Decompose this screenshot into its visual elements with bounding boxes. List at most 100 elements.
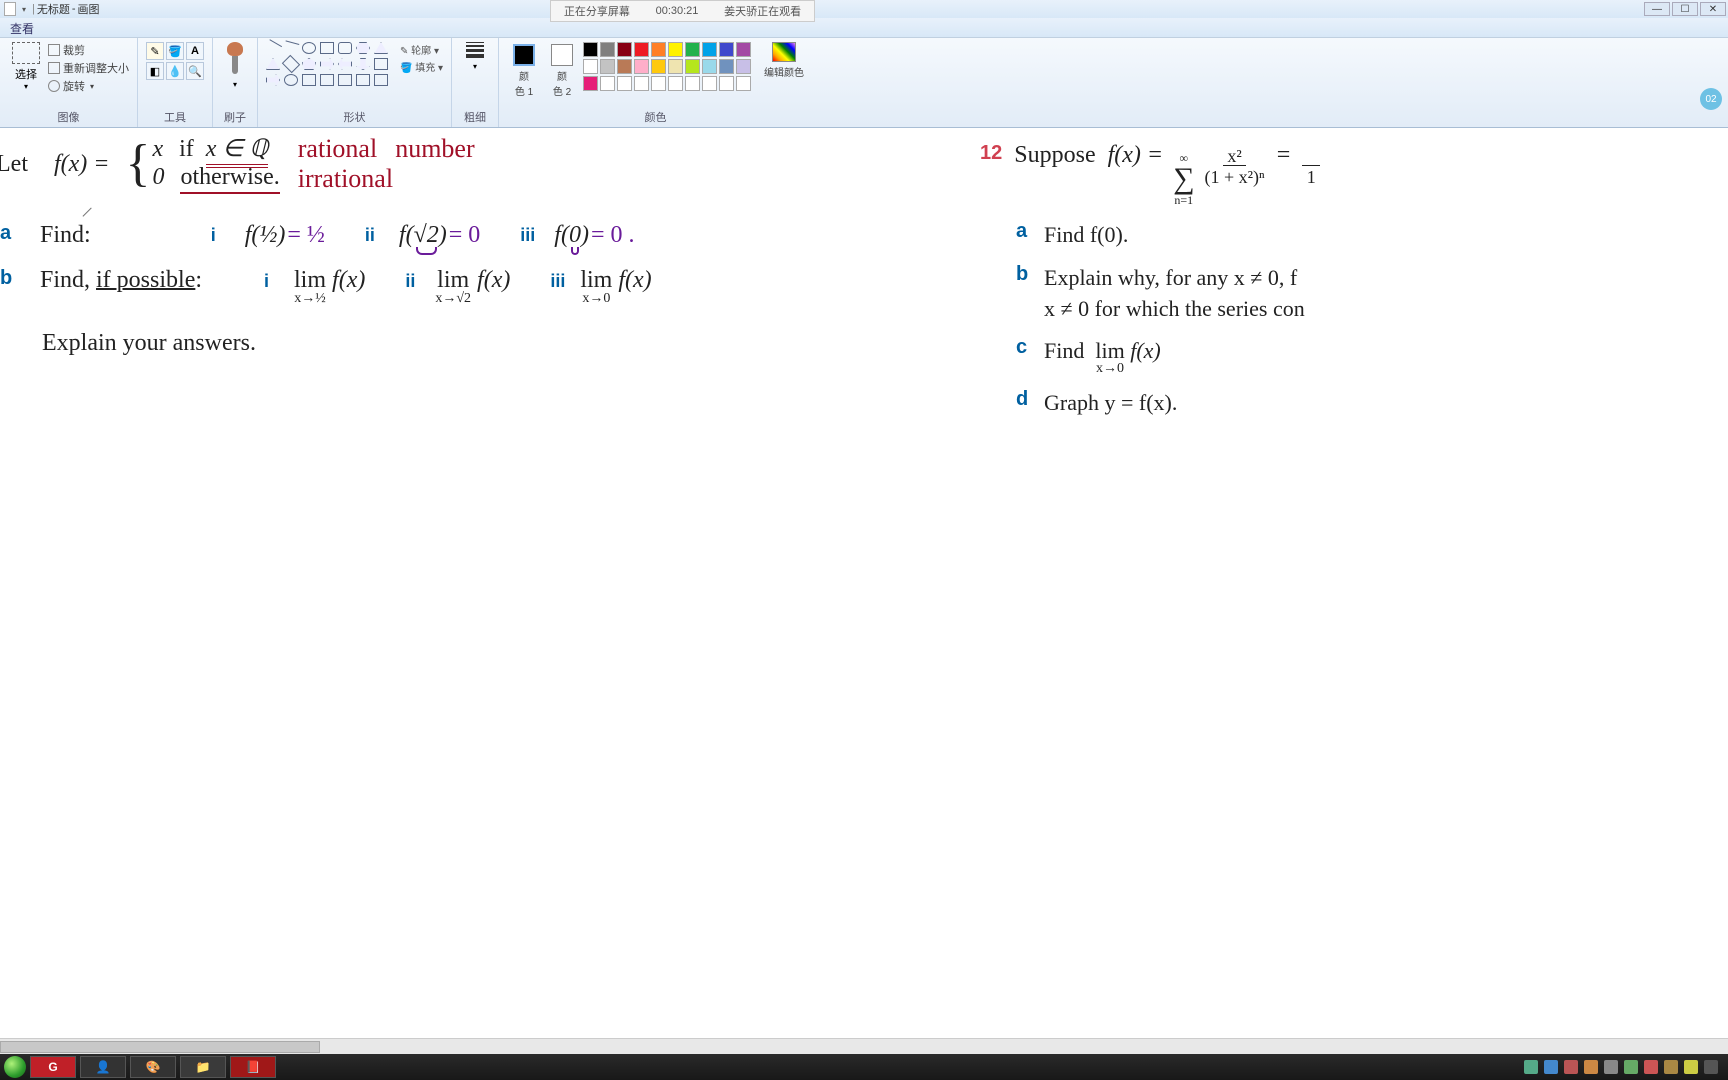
shapes-gallery[interactable]: [266, 42, 390, 88]
palette-color[interactable]: [685, 42, 700, 57]
palette-color[interactable]: [702, 76, 717, 91]
sigma-icon: ∑: [1173, 164, 1194, 194]
palette-color[interactable]: [583, 59, 598, 74]
group-label-brush: 刷子: [221, 109, 249, 125]
taskbar-app-explorer[interactable]: 📁: [180, 1056, 226, 1078]
shape-outline-button[interactable]: ✎ 轮廓 ▾: [400, 42, 443, 57]
tray-icon[interactable]: [1624, 1060, 1638, 1074]
picker-tool[interactable]: 💧: [166, 62, 184, 80]
qat-dropdown-icon[interactable]: ▾: [22, 5, 26, 14]
palette-color[interactable]: [719, 42, 734, 57]
resize-button[interactable]: 重新调整大小: [48, 60, 129, 76]
palette-color[interactable]: [668, 76, 683, 91]
brace-icon: {: [125, 144, 150, 184]
palette-color[interactable]: [634, 76, 649, 91]
frac-den: (1 + x²)ⁿ: [1204, 166, 1264, 186]
tray-icon[interactable]: [1544, 1060, 1558, 1074]
sum-bot: n=1: [1174, 194, 1193, 206]
roman-iii: iii: [520, 225, 544, 246]
ribbon-badge[interactable]: 02: [1700, 88, 1722, 110]
taskbar: G 👤 🎨 📁 📕: [0, 1054, 1728, 1080]
magnifier-tool[interactable]: 🔍: [186, 62, 204, 80]
palette-color[interactable]: [736, 42, 751, 57]
menu-view[interactable]: 查看: [10, 22, 34, 36]
b-iii-sub: x→0: [582, 292, 610, 306]
palette-color[interactable]: [668, 59, 683, 74]
tray-icon[interactable]: [1644, 1060, 1658, 1074]
b-iii-lim: lim: [580, 268, 612, 292]
share-time: 00:30:21: [656, 5, 699, 17]
roman-i: i: [211, 225, 235, 246]
color1-label-top: 颜: [519, 68, 529, 83]
palette-color[interactable]: [600, 42, 615, 57]
palette-color[interactable]: [736, 76, 751, 91]
minimize-button[interactable]: —: [1644, 2, 1670, 16]
brush-button[interactable]: [221, 42, 249, 76]
text-tool[interactable]: A: [186, 42, 204, 60]
palette-color[interactable]: [702, 59, 717, 74]
ribbon-group-tools: ✎ 🪣 A ◧ 💧 🔍 工具: [138, 38, 213, 127]
palette-color[interactable]: [634, 42, 649, 57]
palette-color[interactable]: [685, 59, 700, 74]
shape-fill-button[interactable]: 🪣 填充 ▾: [400, 59, 443, 74]
palette-color[interactable]: [719, 76, 734, 91]
tray-icon[interactable]: [1584, 1060, 1598, 1074]
palette-color[interactable]: [583, 76, 598, 91]
tray-icon[interactable]: [1664, 1060, 1678, 1074]
scrollbar-thumb[interactable]: [0, 1041, 320, 1053]
pencil-tool[interactable]: ✎: [146, 42, 164, 60]
rotate-button[interactable]: 旋转▾: [48, 78, 129, 94]
app-name: 画图: [78, 1, 100, 17]
palette-color[interactable]: [651, 42, 666, 57]
resize-label: 重新调整大小: [63, 60, 129, 76]
palette-color[interactable]: [634, 59, 649, 74]
palette-color[interactable]: [617, 76, 632, 91]
chevron-down-icon: ▾: [90, 82, 94, 91]
palette-color[interactable]: [702, 42, 717, 57]
stroke-button[interactable]: [460, 42, 490, 58]
r-a-text: Find f(0).: [1044, 220, 1128, 251]
palette-color[interactable]: [617, 59, 632, 74]
start-button[interactable]: [4, 1056, 26, 1078]
taskbar-app-1[interactable]: G: [30, 1056, 76, 1078]
b-roman-iii: iii: [550, 271, 574, 292]
r-c-fx: f(x): [1130, 338, 1161, 363]
palette-color[interactable]: [651, 59, 666, 74]
fill-tool[interactable]: 🪣: [166, 42, 184, 60]
tray-icon[interactable]: [1564, 1060, 1578, 1074]
tray-icon[interactable]: [1704, 1060, 1718, 1074]
r-part-b: b: [1016, 263, 1034, 286]
crop-button[interactable]: 裁剪: [48, 42, 129, 58]
title-bar: ▾ | 无标题 - 画图 — ☐ ✕: [0, 0, 1728, 18]
taskbar-app-pdf[interactable]: 📕: [230, 1056, 276, 1078]
eraser-tool[interactable]: ◧: [146, 62, 164, 80]
case1-val: x: [152, 136, 163, 163]
palette-color[interactable]: [600, 59, 615, 74]
close-button[interactable]: ✕: [1700, 2, 1726, 16]
tray-icon[interactable]: [1684, 1060, 1698, 1074]
palette-color[interactable]: [719, 59, 734, 74]
palette-color[interactable]: [600, 76, 615, 91]
r-part-d: d: [1016, 388, 1034, 411]
color2-button[interactable]: 颜 色 2: [545, 42, 579, 100]
horizontal-scrollbar[interactable]: [0, 1038, 1728, 1054]
palette-color[interactable]: [685, 76, 700, 91]
select-button[interactable]: 选择 ▾: [8, 42, 44, 91]
taskbar-app-paint[interactable]: 🎨: [130, 1056, 176, 1078]
paint-canvas[interactable]: Let f(x) = { xif x ∈ ℚ 0otherwise. ratio…: [0, 128, 1728, 1038]
edit-colors-button[interactable]: 编辑颜色: [764, 42, 804, 79]
rainbow-icon: [772, 42, 796, 62]
tray-speaker-icon[interactable]: [1604, 1060, 1618, 1074]
taskbar-app-2[interactable]: 👤: [80, 1056, 126, 1078]
palette-color[interactable]: [583, 42, 598, 57]
palette-color[interactable]: [651, 76, 666, 91]
tray-icon[interactable]: [1524, 1060, 1538, 1074]
ribbon-group-shapes: ✎ 轮廓 ▾ 🪣 填充 ▾ 形状: [258, 38, 452, 127]
maximize-button[interactable]: ☐: [1672, 2, 1698, 16]
rfrac-den: 1: [1307, 166, 1316, 186]
color1-button[interactable]: 颜 色 1: [507, 42, 541, 100]
palette-color[interactable]: [736, 59, 751, 74]
handwriting-number: number: [395, 134, 474, 163]
palette-color[interactable]: [617, 42, 632, 57]
palette-color[interactable]: [668, 42, 683, 57]
